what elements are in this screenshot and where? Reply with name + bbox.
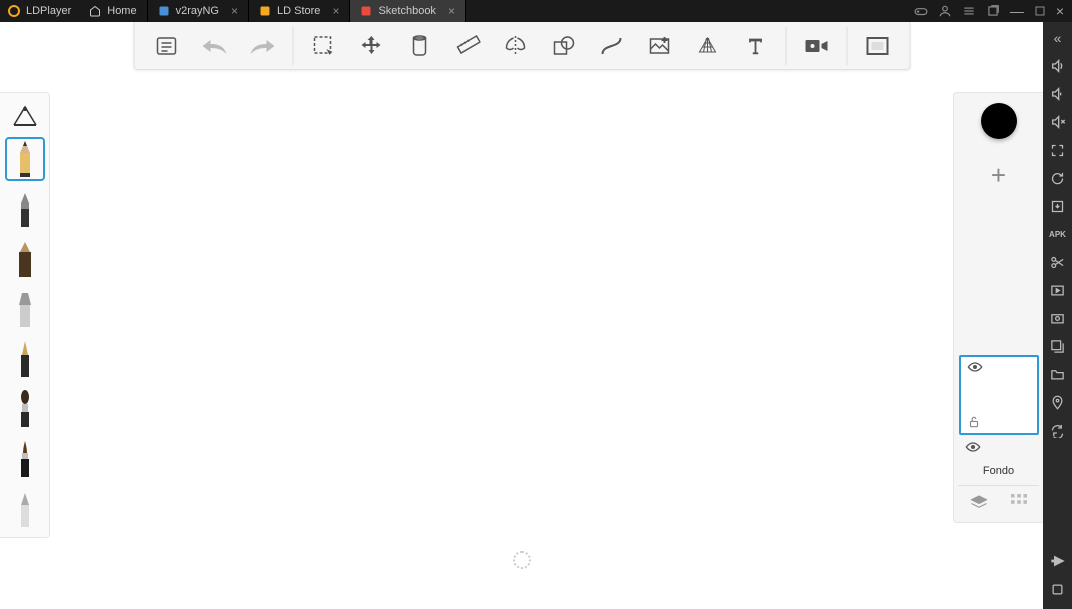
brush-current[interactable] bbox=[4, 99, 46, 135]
volume-down-icon[interactable] bbox=[1048, 84, 1068, 104]
background-layer[interactable]: Fondo bbox=[959, 441, 1039, 485]
background-label: Fondo bbox=[983, 465, 1014, 477]
screenshot-icon[interactable] bbox=[1048, 308, 1068, 328]
user-icon[interactable] bbox=[938, 4, 952, 18]
maximize-icon[interactable] bbox=[1034, 5, 1046, 17]
close-window-icon[interactable]: × bbox=[1056, 3, 1064, 19]
home-icon bbox=[89, 5, 101, 17]
location-icon[interactable] bbox=[1048, 392, 1068, 412]
brush-round-brush[interactable] bbox=[5, 387, 45, 431]
tab-label: Home bbox=[107, 5, 136, 17]
sync-icon[interactable] bbox=[1048, 420, 1068, 440]
titlebar: LDPlayer Home v2rayNG × LD Store × bbox=[0, 0, 1072, 22]
back-nav-icon[interactable] bbox=[1048, 551, 1068, 571]
text-button[interactable] bbox=[733, 26, 777, 66]
sketchbook-app: + Fondo bbox=[0, 22, 1043, 609]
color-swatch[interactable] bbox=[981, 103, 1017, 139]
gamepad-icon[interactable] bbox=[914, 4, 928, 18]
window-tabs: Home v2rayNG × LD Store × Sketchbook × bbox=[79, 0, 906, 22]
visibility-icon[interactable] bbox=[967, 361, 983, 373]
layer-thumb-1[interactable] bbox=[959, 355, 1039, 435]
menu-lines-icon[interactable] bbox=[962, 4, 976, 18]
shapes-button[interactable] bbox=[541, 26, 585, 66]
brush-ink-pen[interactable] bbox=[5, 187, 45, 231]
folder-icon[interactable] bbox=[1048, 364, 1068, 384]
brush-pencil[interactable] bbox=[5, 137, 45, 181]
workspace: + Fondo bbox=[0, 22, 1072, 609]
brush-airbrush[interactable] bbox=[5, 487, 45, 531]
toolbar-divider bbox=[292, 27, 293, 65]
timelapse-button[interactable] bbox=[794, 26, 838, 66]
scissors-icon[interactable] bbox=[1048, 252, 1068, 272]
lock-icon[interactable] bbox=[967, 415, 981, 429]
tab-ldstore[interactable]: LD Store × bbox=[249, 0, 350, 22]
curve-button[interactable] bbox=[589, 26, 633, 66]
popout-icon[interactable] bbox=[986, 4, 1000, 18]
brush-list bbox=[5, 137, 45, 531]
canvas-center-indicator bbox=[513, 551, 531, 569]
tab-v2rayng[interactable]: v2rayNG × bbox=[148, 0, 249, 22]
sketchbook-icon bbox=[360, 5, 372, 17]
transform-button[interactable] bbox=[349, 26, 393, 66]
fullscreen-icon[interactable] bbox=[1048, 140, 1068, 160]
layer-controls bbox=[958, 485, 1039, 512]
rotate-icon[interactable] bbox=[1048, 168, 1068, 188]
toolbar-divider bbox=[846, 27, 847, 65]
collapse-icon[interactable]: « bbox=[1048, 28, 1068, 48]
import-image-button[interactable] bbox=[637, 26, 681, 66]
top-toolbar bbox=[133, 22, 910, 70]
select-button[interactable] bbox=[301, 26, 345, 66]
brush-chisel[interactable] bbox=[5, 287, 45, 331]
menu-button[interactable] bbox=[144, 26, 188, 66]
layers-panel: + Fondo bbox=[953, 92, 1043, 523]
multi-icon[interactable] bbox=[1048, 336, 1068, 356]
store-icon bbox=[259, 5, 271, 17]
ruler-button[interactable] bbox=[445, 26, 489, 66]
app-name: LDPlayer bbox=[26, 5, 71, 17]
symmetry-button[interactable] bbox=[493, 26, 537, 66]
tab-label: Sketchbook bbox=[378, 5, 435, 17]
add-layer-button[interactable]: + bbox=[979, 155, 1019, 195]
fill-button[interactable] bbox=[397, 26, 441, 66]
visibility-icon[interactable] bbox=[965, 441, 1039, 453]
tab-label: LD Store bbox=[277, 5, 320, 17]
titlebar-controls: — × bbox=[906, 0, 1072, 22]
grid-icon[interactable] bbox=[1011, 494, 1027, 510]
volume-up-icon[interactable] bbox=[1048, 56, 1068, 76]
ldplayer-logo-icon bbox=[8, 5, 20, 17]
layer-stack-icon[interactable] bbox=[970, 494, 988, 510]
tab-home[interactable]: Home bbox=[79, 0, 147, 22]
close-icon[interactable]: × bbox=[448, 4, 455, 18]
apk-icon[interactable]: APK bbox=[1048, 224, 1068, 244]
install-apk-icon[interactable] bbox=[1048, 196, 1068, 216]
play-icon[interactable] bbox=[1048, 280, 1068, 300]
brush-marker[interactable] bbox=[5, 237, 45, 281]
perspective-button[interactable] bbox=[685, 26, 729, 66]
titlebar-left: LDPlayer bbox=[0, 0, 79, 22]
brush-nib[interactable] bbox=[5, 337, 45, 381]
tab-label: v2rayNG bbox=[176, 5, 219, 17]
tab-sketchbook[interactable]: Sketchbook × bbox=[350, 0, 466, 22]
close-icon[interactable]: × bbox=[332, 4, 339, 18]
close-icon[interactable]: × bbox=[231, 4, 238, 18]
minimize-icon[interactable]: — bbox=[1010, 3, 1024, 19]
fullscreen-button[interactable] bbox=[855, 26, 899, 66]
toolbar-divider bbox=[785, 27, 786, 65]
redo-button[interactable] bbox=[240, 26, 284, 66]
brush-fine-brush[interactable] bbox=[5, 437, 45, 481]
app-icon bbox=[158, 5, 170, 17]
volume-mute-icon[interactable] bbox=[1048, 112, 1068, 132]
home-nav-icon[interactable] bbox=[1048, 579, 1068, 599]
brush-panel bbox=[0, 92, 50, 538]
emulator-sidebar: « APK bbox=[1043, 22, 1072, 609]
undo-button[interactable] bbox=[192, 26, 236, 66]
